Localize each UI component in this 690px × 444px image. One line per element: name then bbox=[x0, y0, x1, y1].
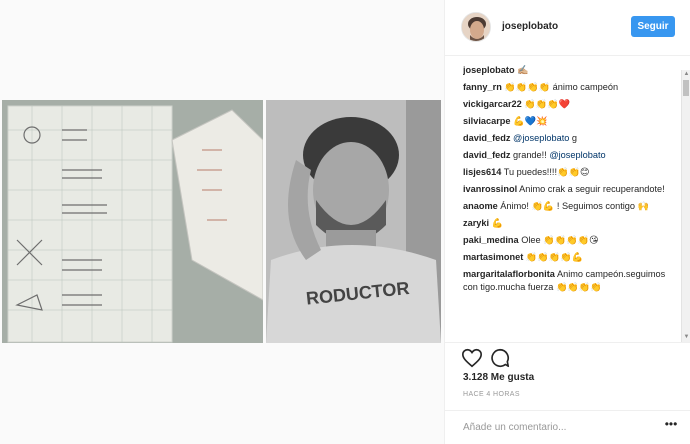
comment-text: 👏👏👏❤️ bbox=[524, 99, 571, 109]
comment-item: zaryki 💪 bbox=[463, 217, 675, 230]
post-actions: 3.128 Me gusta HACE 4 HORAS ••• bbox=[445, 342, 690, 444]
post-side-panel: joseplobato Seguir joseplobato ✍🏼 fanny_… bbox=[444, 0, 690, 444]
comment-item: david_fedz @joseplobato g bbox=[463, 132, 675, 145]
selfie-photo: RODUCTOR bbox=[266, 100, 441, 343]
comment-username[interactable]: david_fedz bbox=[463, 133, 510, 143]
comment-username[interactable]: joseplobato bbox=[463, 65, 515, 75]
comment-text: 👏👏👏👏 ánimo campeón bbox=[504, 82, 619, 92]
post-media: RODUCTOR bbox=[0, 0, 444, 444]
post-username[interactable]: joseplobato bbox=[502, 21, 558, 32]
avatar-image bbox=[462, 13, 490, 41]
comment-text: 💪 bbox=[491, 218, 504, 228]
follow-button[interactable]: Seguir bbox=[631, 16, 675, 37]
comment-text: Tu puedes!!!!👏👏😊 bbox=[503, 167, 590, 177]
likes-count[interactable]: 3.128 Me gusta bbox=[463, 372, 534, 383]
comment-username[interactable]: anaome bbox=[463, 201, 498, 211]
heart-icon-svg bbox=[462, 348, 482, 368]
comment-text: ✍🏼 bbox=[517, 65, 529, 75]
more-options-icon[interactable]: ••• bbox=[661, 418, 681, 435]
comment-username[interactable]: vickigarcar22 bbox=[463, 99, 522, 109]
comment-text: grande!! bbox=[513, 150, 550, 160]
comment-item: ivanrossinol Animo crak a seguir recuper… bbox=[463, 183, 675, 196]
comment-username[interactable]: silviacarpe bbox=[463, 116, 511, 126]
comment-item: anaome Ánimo! 👏💪 ! Seguimos contigo 🙌 bbox=[463, 200, 675, 213]
post-timestamp: HACE 4 HORAS bbox=[463, 391, 520, 398]
comment-username[interactable]: margaritalaflorbonita bbox=[463, 269, 555, 279]
notebook-photo bbox=[2, 100, 263, 343]
comment-username[interactable]: martasimonet bbox=[463, 252, 523, 262]
comment-icon[interactable] bbox=[489, 347, 511, 369]
comment-icon-svg bbox=[491, 348, 510, 368]
comment-text: 👏👏👏👏💪 bbox=[525, 252, 584, 262]
notebook-drawing bbox=[2, 100, 263, 343]
heart-icon[interactable] bbox=[461, 347, 483, 369]
post-header: joseplobato Seguir bbox=[445, 0, 690, 56]
comment-item: joseplobato ✍🏼 bbox=[463, 64, 675, 77]
add-comment-bar: ••• bbox=[445, 410, 690, 444]
comments-scrollbar[interactable]: ▲ ▼ bbox=[681, 70, 690, 342]
comment-item: martasimonet 👏👏👏👏💪 bbox=[463, 251, 675, 264]
comment-item: lisjes614 Tu puedes!!!!👏👏😊 bbox=[463, 166, 675, 179]
comment-item: silviacarpe 💪💙💥 bbox=[463, 115, 675, 128]
comment-text: g bbox=[569, 133, 578, 143]
comment-username[interactable]: david_fedz bbox=[463, 150, 510, 160]
scroll-up-arrow-icon[interactable]: ▲ bbox=[682, 70, 690, 79]
comment-text: Animo crak a seguir recuperandote! bbox=[519, 184, 665, 194]
scroll-thumb[interactable] bbox=[683, 80, 689, 96]
comment-mention[interactable]: @joseplobato bbox=[513, 133, 569, 143]
comments-list: joseplobato ✍🏼 fanny_rn 👏👏👏👏 ánimo campe… bbox=[463, 64, 675, 340]
comment-input[interactable] bbox=[463, 417, 643, 437]
comment-item: paki_medina Olee 👏👏👏👏😘 bbox=[463, 234, 675, 247]
comment-username[interactable]: fanny_rn bbox=[463, 82, 502, 92]
comment-text: Ánimo! 👏💪 ! Seguimos contigo 🙌 bbox=[500, 201, 650, 211]
avatar[interactable] bbox=[461, 12, 491, 42]
comment-username[interactable]: zaryki bbox=[463, 218, 489, 228]
comment-item: margaritalaflorbonita Animo campeón.segu… bbox=[463, 268, 675, 294]
comment-username[interactable]: paki_medina bbox=[463, 235, 519, 245]
comment-username[interactable]: ivanrossinol bbox=[463, 184, 517, 194]
comment-mention[interactable]: @joseplobato bbox=[549, 150, 605, 160]
comment-username[interactable]: lisjes614 bbox=[463, 167, 501, 177]
comment-text: Olee 👏👏👏👏😘 bbox=[521, 235, 599, 245]
comment-item: fanny_rn 👏👏👏👏 ánimo campeón bbox=[463, 81, 675, 94]
comment-item: vickigarcar22 👏👏👏❤️ bbox=[463, 98, 675, 111]
scroll-down-arrow-icon[interactable]: ▼ bbox=[682, 333, 690, 342]
comment-text: 💪💙💥 bbox=[513, 116, 548, 126]
comment-item: david_fedz grande!! @joseplobato bbox=[463, 149, 675, 162]
selfie-drawing: RODUCTOR bbox=[266, 100, 441, 343]
